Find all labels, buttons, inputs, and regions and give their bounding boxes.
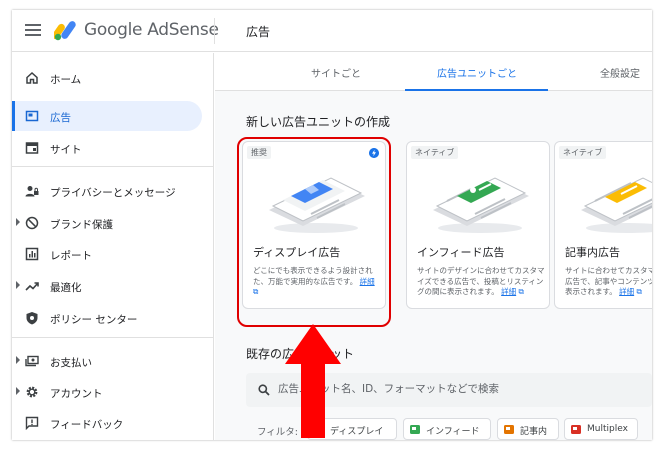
sidebar-item-account[interactable]: アカウント	[12, 377, 202, 407]
card-title: インフィード広告	[417, 246, 505, 259]
card-description: サイトのデザインに合わせてカスタマイズできる広告で、投稿とリスティングの間に表示…	[417, 266, 545, 296]
highlight-box	[237, 137, 391, 327]
expand-caret-icon	[16, 218, 20, 226]
tab-by-ad-unit[interactable]: 広告ユニットごと	[437, 65, 517, 80]
sidebar-item-home[interactable]: ホーム	[12, 63, 202, 93]
home-icon	[26, 71, 38, 84]
filter-chip-in-article[interactable]: 記事内	[497, 418, 559, 440]
open-in-new-icon: ⧉	[636, 287, 642, 296]
sidebar-item-optimization[interactable]: 最適化	[12, 271, 202, 301]
learn-more-link[interactable]: 詳細	[501, 287, 516, 296]
sites-icon	[25, 142, 39, 154]
red-arrow-icon	[285, 324, 341, 438]
sidebar-item-payments[interactable]: お支払い	[12, 346, 202, 376]
native-tag: ネイティブ	[411, 146, 459, 159]
reports-icon	[25, 247, 39, 261]
active-tab-indicator	[405, 89, 548, 91]
tab-bar: サイトごと 広告ユニットごと 全般設定	[215, 53, 652, 91]
shield-icon	[26, 312, 38, 325]
sidebar-item-policy-center[interactable]: ポリシー センター	[12, 303, 202, 333]
sidebar-item-label: ブランド保護	[50, 219, 113, 231]
page-title: 広告	[246, 25, 271, 39]
main-content: サイトごと 広告ユニットごと 全般設定 新しい広告ユニットの作成 推奨 ディスプ…	[215, 53, 652, 440]
expand-caret-icon	[16, 356, 20, 364]
sidebar-item-privacy[interactable]: プライバシーとメッセージ	[12, 176, 202, 206]
top-app-bar: Google AdSense 広告	[12, 10, 652, 52]
sidebar-item-ads[interactable]: 広告	[12, 101, 202, 131]
brand-name: Google AdSense	[84, 20, 219, 40]
sidebar-item-label: ポリシー センター	[50, 314, 138, 326]
in-feed-format-icon	[410, 425, 420, 434]
adsense-logo-icon	[54, 21, 76, 41]
expand-caret-icon	[16, 387, 20, 395]
sidebar-item-brand-safety[interactable]: ブランド保護	[12, 208, 202, 238]
sidebar: ホーム 広告 サイト プライバシーとメッセージ ブランド保護 レポート 最適化	[12, 53, 214, 440]
open-in-new-icon: ⧉	[518, 287, 524, 296]
sidebar-item-label: お支払い	[50, 357, 92, 369]
sidebar-item-label: サイト	[50, 144, 82, 156]
sidebar-divider	[12, 337, 214, 338]
block-icon	[25, 216, 39, 230]
chip-label: 記事内	[520, 427, 548, 437]
filter-chip-multiplex[interactable]: Multiplex	[564, 418, 638, 440]
feedback-icon	[25, 416, 39, 430]
sidebar-item-label: ホーム	[50, 74, 82, 86]
filter-chip-in-feed[interactable]: インフィード	[403, 418, 491, 440]
sidebar-item-feedback[interactable]: フィードバック	[12, 408, 202, 438]
card-description: サイトに合わせてカスタマイズできる広告で、記事やコンテンツのページに表示されます…	[565, 266, 652, 296]
learn-more-link[interactable]: 詳細	[619, 287, 634, 296]
sidebar-item-label: 広告	[50, 112, 71, 124]
ads-icon	[25, 110, 39, 122]
header-divider	[214, 18, 215, 44]
in-article-ad-illustration-icon	[581, 177, 652, 233]
card-title: 記事内広告	[565, 246, 620, 259]
native-tag: ネイティブ	[559, 146, 607, 159]
in-article-ad-card[interactable]: ネイティブ 記事内広告 サイトに合わせてカスタマイズできる広告で、記事やコンテン…	[554, 141, 652, 309]
chip-label: Multiplex	[587, 424, 628, 434]
sidebar-item-sites[interactable]: サイト	[12, 133, 202, 163]
chip-label: インフィード	[426, 427, 480, 437]
sidebar-item-label: アカウント	[50, 388, 103, 400]
sidebar-item-reports[interactable]: レポート	[12, 239, 202, 269]
sidebar-item-label: 最適化	[50, 282, 82, 294]
in-article-format-icon	[504, 425, 514, 434]
sidebar-item-label: フィードバック	[50, 419, 124, 431]
sidebar-item-label: プライバシーとメッセージ	[50, 187, 176, 199]
tab-by-site[interactable]: サイトごと	[311, 65, 361, 80]
sidebar-divider	[12, 166, 214, 167]
gear-icon	[26, 386, 38, 398]
sidebar-item-label: レポート	[50, 250, 92, 262]
expand-caret-icon	[16, 281, 20, 289]
payments-icon	[25, 355, 39, 367]
create-section-title: 新しい広告ユニットの作成	[246, 115, 391, 129]
trending-up-icon	[25, 282, 39, 291]
privacy-icon	[25, 186, 39, 197]
tab-general-settings[interactable]: 全般設定	[600, 65, 640, 80]
in-feed-ad-illustration-icon	[433, 177, 529, 233]
in-feed-ad-card[interactable]: ネイティブ インフィード広告 サイトのデザインに合わせてカスタマイズできる広告で…	[406, 141, 550, 309]
menu-icon[interactable]	[25, 24, 41, 36]
multiplex-format-icon	[571, 425, 581, 434]
search-icon	[258, 384, 270, 396]
